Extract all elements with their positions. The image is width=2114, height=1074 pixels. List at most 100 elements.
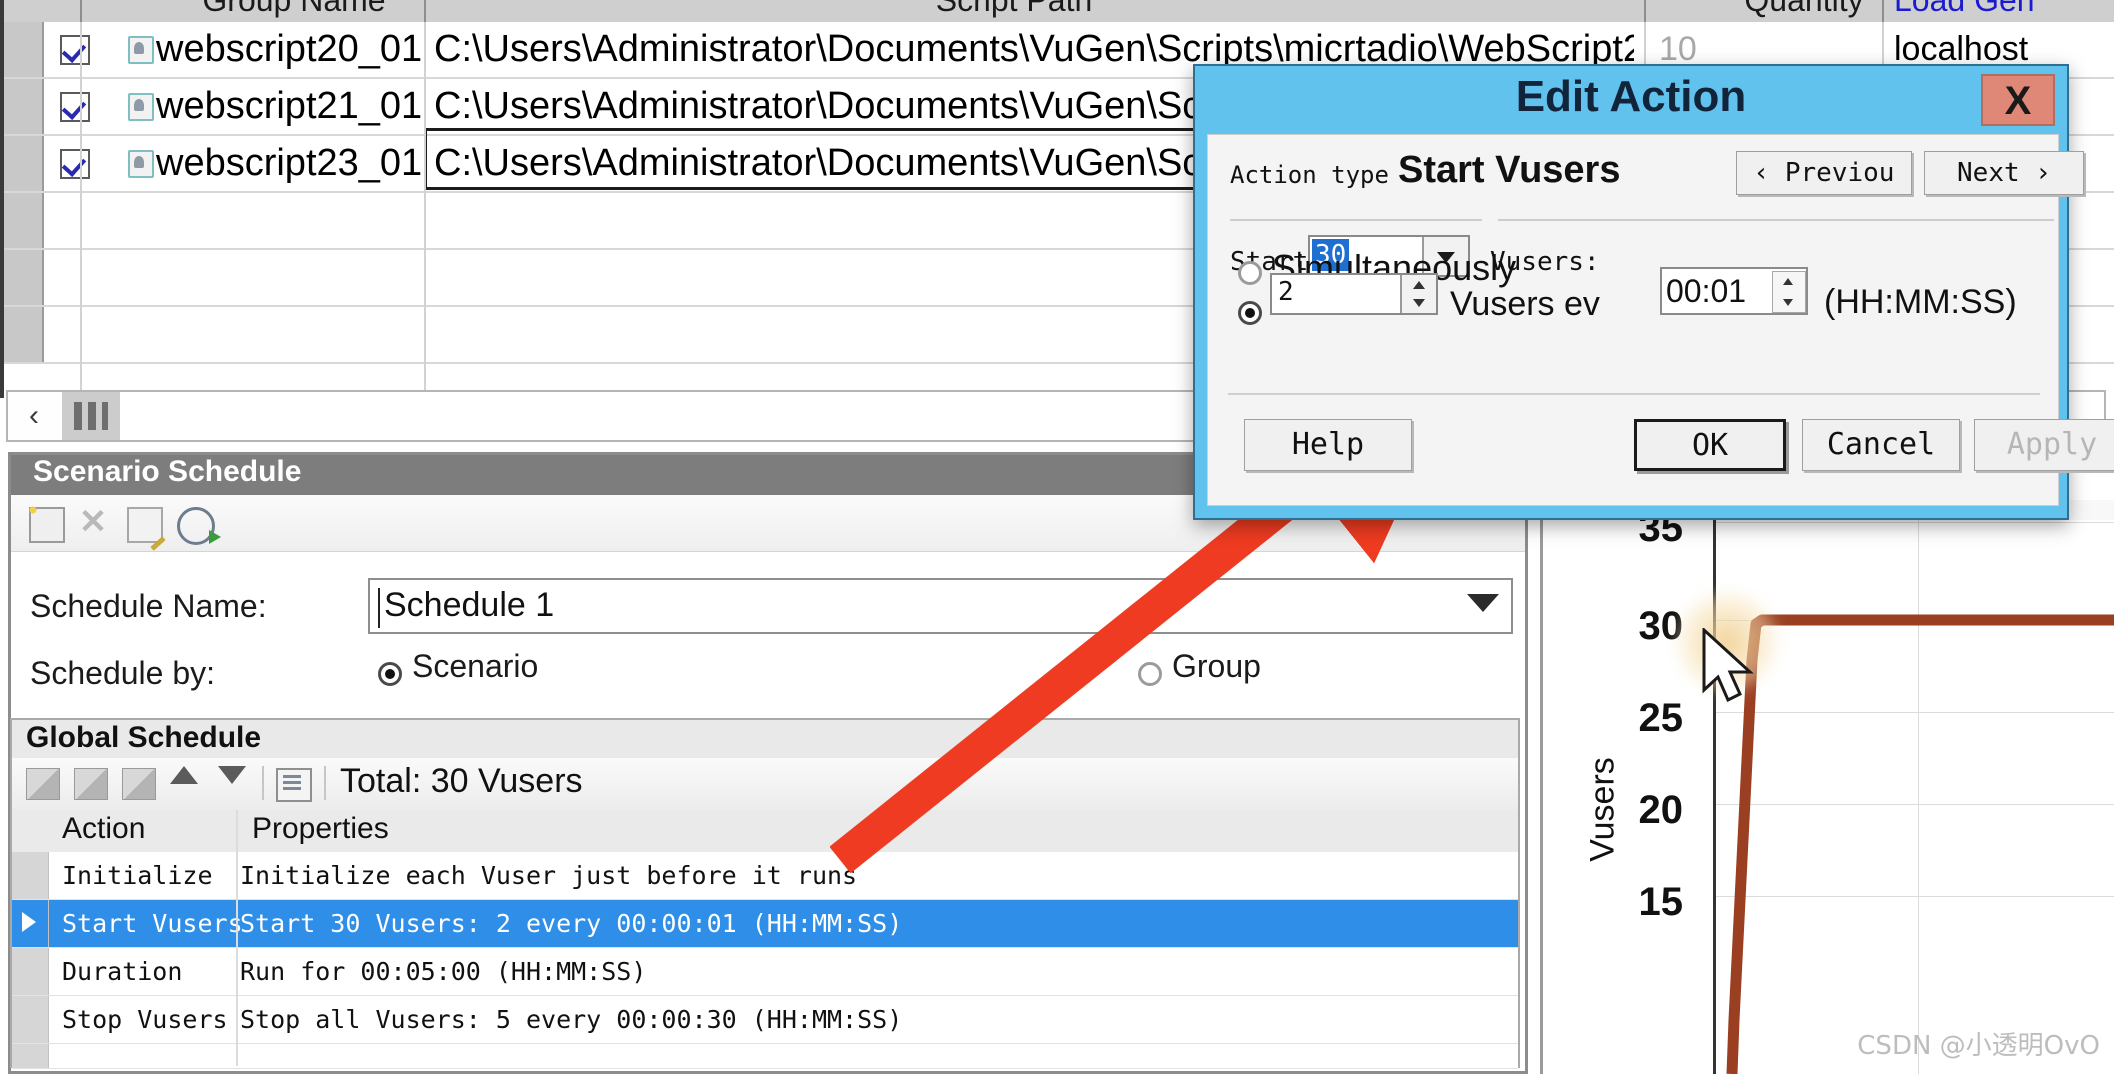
column-header-group-name[interactable]: Group Name bbox=[154, 0, 434, 22]
new-schedule-icon[interactable] bbox=[27, 504, 65, 543]
vusers-chart[interactable]: Vusers 35 30 25 20 15 CSDN @小透明OvO bbox=[1540, 520, 2114, 1074]
watermark-text: CSDN @小透明OvO bbox=[1857, 1031, 2100, 1061]
row-header[interactable] bbox=[12, 948, 49, 995]
schedule-by-label: Schedule by: bbox=[30, 655, 216, 691]
toolbar-divider bbox=[262, 766, 264, 800]
radio-schedule-by-scenario[interactable] bbox=[378, 662, 402, 686]
action-properties-cell: Stop all Vusers: 5 every 00:00:30 (HH:MM… bbox=[240, 1005, 903, 1034]
run-time-icon[interactable] bbox=[177, 507, 221, 545]
script-icon bbox=[128, 92, 154, 121]
y-tick-25: 25 bbox=[1638, 696, 1684, 740]
delete-icon[interactable]: ✕ bbox=[77, 505, 109, 539]
add-action-icon[interactable] bbox=[26, 768, 60, 800]
radio-scenario-label[interactable]: Scenario bbox=[412, 648, 538, 685]
header-divider bbox=[424, 0, 426, 22]
row-header[interactable] bbox=[4, 136, 44, 191]
row-checkbox[interactable] bbox=[60, 34, 90, 65]
row-header[interactable] bbox=[12, 996, 49, 1043]
group-name-cell: webscript23_01 bbox=[156, 142, 423, 184]
group-name-cell: webscript21_01 bbox=[156, 85, 423, 127]
divider bbox=[1228, 393, 2040, 395]
apply-button: Apply bbox=[1974, 419, 2114, 471]
column-divider bbox=[424, 22, 426, 390]
edit-action-dialog[interactable]: Edit Action X Action type Start Vusers ‹… bbox=[1193, 64, 2114, 520]
edit-action-icon[interactable] bbox=[74, 768, 108, 800]
toolbar-divider bbox=[324, 766, 326, 800]
column-divider bbox=[236, 810, 238, 1066]
global-schedule-toolbar[interactable] bbox=[12, 758, 1518, 811]
move-up-icon[interactable] bbox=[170, 766, 198, 784]
radio-gradual[interactable] bbox=[1238, 301, 1262, 325]
row-header[interactable] bbox=[4, 22, 44, 77]
chevron-down-icon[interactable] bbox=[1467, 594, 1499, 612]
schedule-name-input[interactable]: Schedule 1 bbox=[368, 578, 1513, 634]
column-header-script-path[interactable]: Script Path bbox=[874, 0, 1154, 22]
y-tick-30: 30 bbox=[1638, 604, 1684, 648]
script-icon bbox=[128, 35, 154, 64]
dialog-body: Action type Start Vusers ‹ Previou Next … bbox=[1207, 134, 2114, 506]
action-properties-cell: Initialize each Vuser just before it run… bbox=[240, 861, 858, 890]
move-down-icon[interactable] bbox=[218, 766, 246, 784]
scrollbar-thumb[interactable] bbox=[62, 392, 120, 440]
gradual-count-stepper[interactable]: 2 bbox=[1270, 273, 1438, 315]
previous-button[interactable]: ‹ Previou bbox=[1736, 151, 1912, 195]
schedule-name-label: Schedule Name: bbox=[30, 588, 267, 624]
edit-schedule-icon[interactable] bbox=[127, 507, 163, 543]
header-divider bbox=[1644, 0, 1646, 22]
row-checkbox[interactable] bbox=[60, 91, 90, 122]
header-divider bbox=[80, 0, 82, 22]
row-checkbox[interactable] bbox=[60, 148, 90, 179]
stepper-arrows-icon[interactable] bbox=[1772, 271, 1806, 313]
next-button[interactable]: Next › bbox=[1924, 151, 2084, 195]
action-type-value: Start Vusers bbox=[1398, 149, 1621, 191]
ok-button[interactable]: OK bbox=[1634, 419, 1786, 471]
global-schedule-panel: Global Schedule Total: 30 Vusers Action … bbox=[10, 718, 1520, 1069]
column-header-properties[interactable]: Properties bbox=[252, 812, 389, 846]
current-row-marker-icon bbox=[22, 912, 36, 932]
close-icon[interactable]: X bbox=[1981, 74, 2055, 126]
y-tick-35: 35 bbox=[1638, 520, 1684, 550]
radio-group-label[interactable]: Group bbox=[1172, 648, 1261, 685]
properties-icon[interactable] bbox=[276, 768, 312, 802]
script-path-cell: C:\Users\Administrator\Documents\VuGen\S… bbox=[434, 142, 1224, 184]
mouse-cursor-icon bbox=[1702, 628, 1754, 703]
row-header[interactable] bbox=[4, 193, 44, 248]
divider bbox=[1230, 219, 1482, 221]
stepper-arrows-icon[interactable] bbox=[1400, 275, 1436, 313]
divider bbox=[1498, 219, 2054, 221]
row-header[interactable] bbox=[4, 250, 44, 305]
gradual-count-value: 2 bbox=[1278, 277, 1294, 307]
row-header[interactable] bbox=[4, 307, 44, 362]
action-properties-cell: Start 30 Vusers: 2 every 00:00:01 (HH:MM… bbox=[240, 909, 903, 938]
action-name-cell: Initialize bbox=[62, 861, 213, 890]
column-header-action[interactable]: Action bbox=[62, 812, 145, 846]
column-header-load-gen[interactable]: Load Gen bbox=[1894, 0, 2114, 22]
action-name-cell: Start Vusers bbox=[62, 909, 243, 938]
dialog-title: Edit Action bbox=[1515, 72, 1747, 121]
header-divider bbox=[1882, 0, 1884, 22]
action-name-cell: Duration bbox=[62, 957, 183, 986]
script-path-cell: C:\Users\Administrator\Documents\VuGen\S… bbox=[434, 85, 1224, 127]
scroll-left-icon[interactable]: ‹ bbox=[8, 392, 60, 440]
cancel-button[interactable]: Cancel bbox=[1802, 419, 1960, 471]
row-header[interactable] bbox=[4, 79, 44, 134]
time-format-label: (HH:MM:SS) bbox=[1824, 283, 2017, 321]
help-button[interactable]: Help bbox=[1244, 419, 1412, 471]
y-tick-20: 20 bbox=[1638, 788, 1684, 832]
radio-schedule-by-group[interactable] bbox=[1138, 662, 1162, 686]
vusers-every-label: Vusers ev bbox=[1450, 285, 1600, 323]
action-type-label: Action type bbox=[1230, 161, 1389, 189]
interval-value: 00:01 bbox=[1666, 273, 1747, 309]
delete-action-icon[interactable] bbox=[122, 768, 156, 800]
script-icon bbox=[128, 149, 154, 178]
y-tick-15: 15 bbox=[1638, 880, 1684, 924]
group-name-cell: webscript20_01 bbox=[156, 28, 423, 70]
radio-simultaneously[interactable] bbox=[1238, 261, 1262, 285]
action-properties-cell: Run for 00:05:00 (HH:MM:SS) bbox=[240, 957, 647, 986]
action-name-cell: Stop Vusers bbox=[62, 1005, 228, 1034]
column-divider bbox=[80, 22, 82, 390]
row-header[interactable] bbox=[12, 900, 49, 947]
interval-stepper[interactable]: 00:01 bbox=[1660, 267, 1808, 315]
row-header[interactable] bbox=[12, 852, 49, 899]
row-header[interactable] bbox=[12, 1044, 49, 1068]
